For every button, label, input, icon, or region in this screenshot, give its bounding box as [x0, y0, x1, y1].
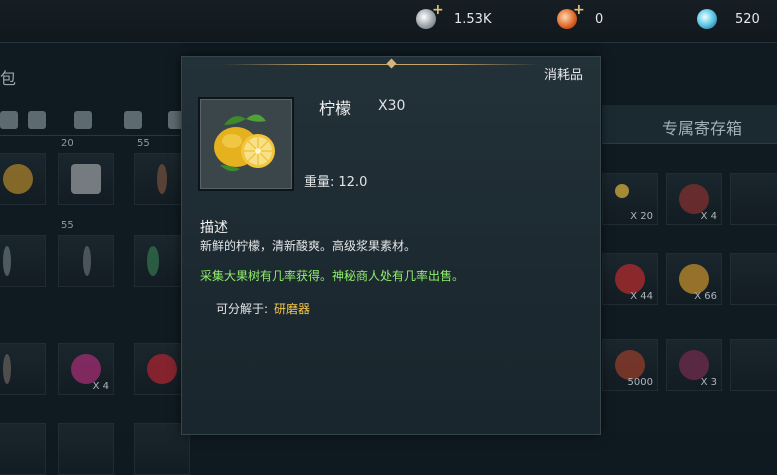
- crystal-currency[interactable]: 520: [697, 8, 760, 30]
- item-name: 柠檬: [319, 99, 352, 118]
- inventory-tabs: [0, 105, 186, 136]
- storage-slot[interactable]: X 66: [666, 253, 722, 305]
- item-quantity: X30: [378, 98, 406, 114]
- tab-equipment-icon[interactable]: [74, 111, 92, 129]
- lemon-icon: [214, 114, 275, 172]
- silver-value: 1.53K: [454, 11, 492, 27]
- tab-all-icon[interactable]: [0, 111, 18, 129]
- tab-material-icon[interactable]: [28, 111, 46, 129]
- inventory-slot[interactable]: 55: [58, 220, 114, 287]
- item-icon-frame: [198, 97, 294, 191]
- storage-slot[interactable]: X 20: [602, 173, 658, 225]
- inventory-panel: 包 20 55 55 X 4: [0, 43, 190, 475]
- inventory-slot[interactable]: 20: [58, 138, 114, 205]
- weight-label: 重量:: [304, 175, 335, 190]
- add-copper-plus-icon[interactable]: +: [573, 2, 585, 18]
- inventory-slot[interactable]: [0, 153, 46, 205]
- inventory-slot[interactable]: X 4: [58, 343, 114, 395]
- decompose-value: 研磨器: [274, 302, 311, 316]
- description-title: 描述: [200, 220, 228, 236]
- item-weight: 重量: 12.0: [304, 171, 367, 190]
- item-category: 消耗品: [543, 68, 583, 83]
- storage-slot[interactable]: [730, 339, 777, 391]
- storage-slot[interactable]: X 3: [666, 339, 722, 391]
- decompose-info: 可分解于: 研磨器: [216, 300, 310, 317]
- crystal-value: 520: [735, 11, 760, 27]
- silver-currency[interactable]: + 1.53K: [416, 2, 492, 30]
- storage-slot[interactable]: [730, 253, 777, 305]
- inventory-slot[interactable]: [58, 423, 114, 475]
- inventory-slot[interactable]: [0, 343, 46, 395]
- inventory-slot[interactable]: [0, 423, 46, 475]
- currency-bar: + 1.53K + 0 520: [0, 0, 777, 43]
- storage-slot[interactable]: [730, 173, 777, 225]
- decompose-label: 可分解于:: [216, 302, 269, 316]
- storage-slot[interactable]: 5000: [602, 339, 658, 391]
- item-tooltip: 消耗品 柠檬 X30 重量: 12.0 描述 新鲜的柠檬，清新酸爽。高级浆果素材。…: [181, 56, 601, 435]
- acquisition-text: 采集大果树有几率获得。神秘商人处有几率出售。: [200, 269, 465, 283]
- crystal-icon: [697, 9, 717, 29]
- storage-slot[interactable]: X 44: [602, 253, 658, 305]
- copper-currency[interactable]: + 0: [557, 2, 604, 30]
- bag-title: 包: [0, 69, 17, 88]
- tooltip-ornament-diamond: [386, 58, 397, 69]
- copper-value: 0: [595, 11, 604, 27]
- tooltip-ornament-line: [222, 64, 540, 65]
- storage-slot[interactable]: X 4: [666, 173, 722, 225]
- inventory-slot[interactable]: [0, 235, 46, 287]
- tab-potion-icon[interactable]: [124, 111, 142, 129]
- add-silver-plus-icon[interactable]: +: [432, 2, 444, 18]
- description-text: 新鲜的柠檬，清新酸爽。高级浆果素材。: [200, 239, 417, 253]
- storage-panel: 专属寄存箱 X 20 X 4 X 44 X 66 5000 X 3: [602, 43, 777, 433]
- weight-value: 12.0: [338, 175, 368, 190]
- storage-tab[interactable]: 专属寄存箱: [602, 105, 777, 144]
